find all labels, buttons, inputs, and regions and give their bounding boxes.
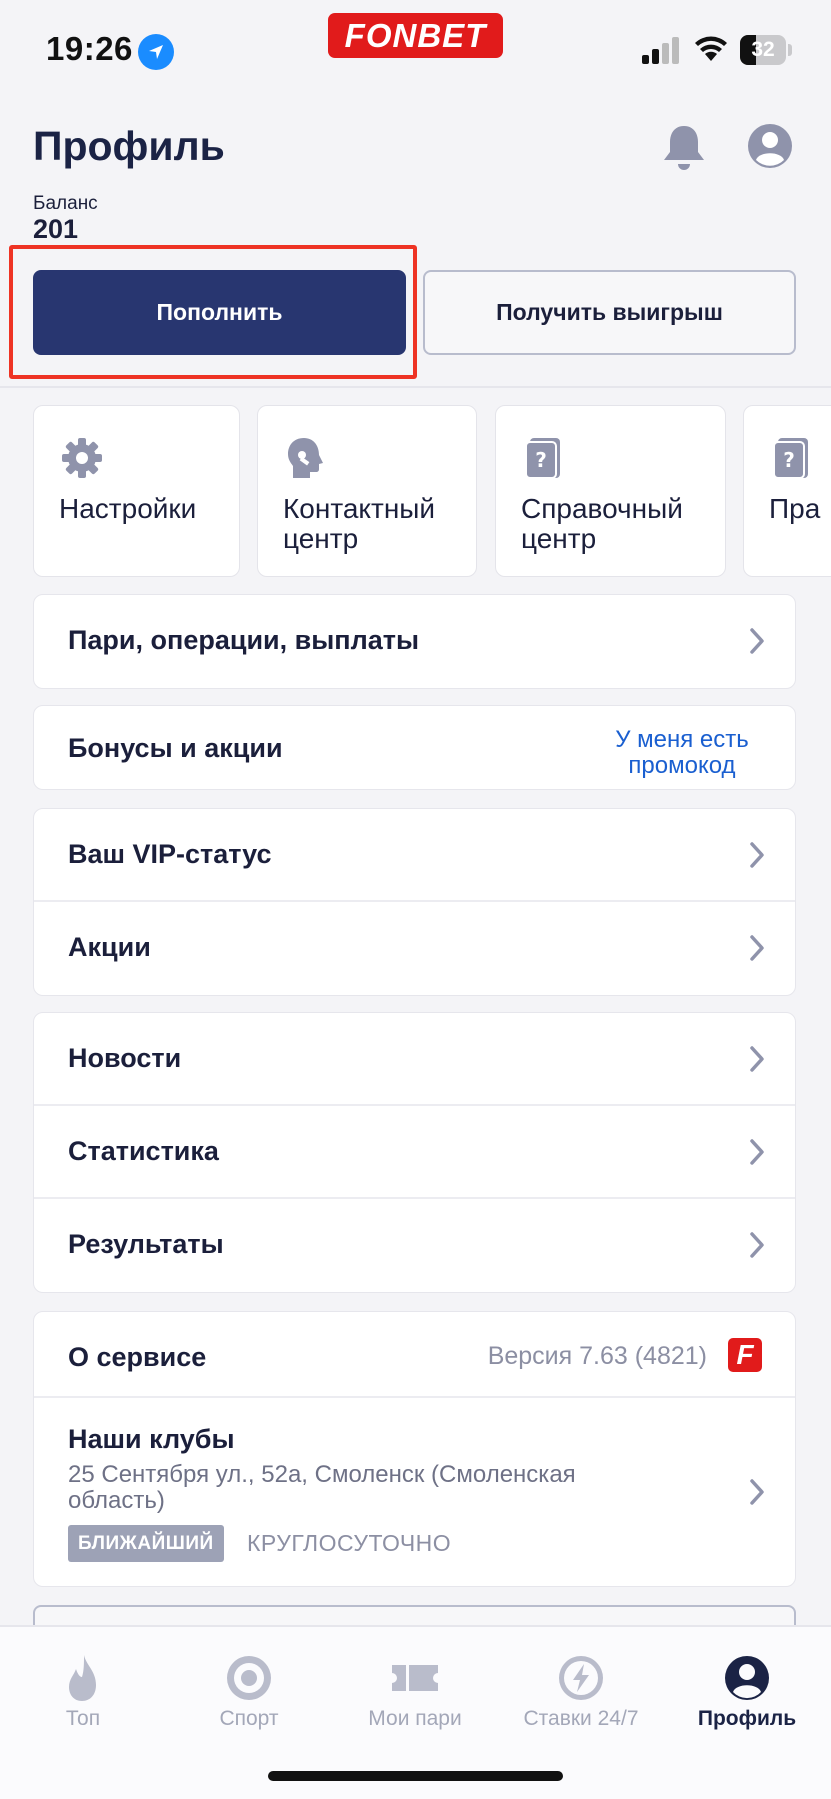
menu-row-results[interactable]: Результаты: [34, 1199, 795, 1292]
club-address: 25 Сентября ул., 52а, Смоленск (Смоленск…: [68, 1461, 576, 1514]
tile-contact-center[interactable]: Контактный центр: [257, 405, 477, 577]
account-icon[interactable]: [747, 123, 793, 169]
balance-value: 201: [33, 214, 79, 244]
profile-icon: [725, 1656, 769, 1700]
row-label: Статистика: [68, 1136, 219, 1166]
lightning-icon: [559, 1656, 603, 1700]
page-title: Профиль: [33, 123, 225, 169]
status-bar: 19:26 FONBET 32: [0, 0, 831, 100]
battery-icon: 32: [740, 35, 786, 65]
tile-rules[interactable]: ? Пра: [743, 405, 831, 577]
clubs-title: Наши клубы: [68, 1424, 235, 1454]
promo-code-link[interactable]: У меня есть промокод: [607, 727, 757, 779]
svg-text:?: ?: [535, 448, 547, 472]
cellular-signal-icon: [642, 36, 680, 64]
row-label: Новости: [68, 1043, 182, 1073]
menu-row-stats[interactable]: Статистика: [34, 1106, 795, 1199]
card-about: О сервисе Версия 7.63 (4821) F Наши клуб…: [33, 1311, 796, 1587]
wifi-icon: [694, 36, 728, 67]
fonbet-f-logo: F: [728, 1338, 762, 1372]
chevron-right-icon: [750, 935, 764, 961]
battery-level: 32: [751, 38, 775, 61]
ticket-icon: [392, 1665, 438, 1691]
home-indicator[interactable]: [268, 1771, 563, 1781]
chevron-right-icon: [750, 1479, 764, 1505]
support-head-icon: [284, 436, 328, 480]
help-book-icon: ?: [522, 436, 566, 480]
chevron-right-icon: [750, 1139, 764, 1165]
svg-text:?: ?: [783, 448, 795, 472]
row-label: Пари, операции, выплаты: [68, 625, 420, 655]
tab-sport[interactable]: Спорт: [166, 1639, 332, 1749]
card-bets: Пари, операции, выплаты: [33, 594, 796, 689]
tile-settings[interactable]: Настройки: [33, 405, 240, 577]
card-info: Новости Статистика Результаты: [33, 1012, 796, 1293]
balance-label: Баланс: [33, 193, 98, 214]
flame-icon: [69, 1655, 96, 1701]
card-vip: Ваш VIP-статус Акции: [33, 808, 796, 996]
menu-row-clubs[interactable]: Наши клубы 25 Сентября ул., 52а, Смоленс…: [34, 1398, 795, 1586]
tab-label: Ставки 24/7: [523, 1707, 639, 1730]
target-icon: [227, 1656, 271, 1700]
tile-label: Настройки: [59, 493, 197, 524]
chevron-right-icon: [750, 628, 764, 654]
tab-label: Профиль: [697, 1707, 797, 1730]
header-divider: [0, 386, 831, 388]
club-hours: КРУГЛОСУТОЧНО: [247, 1530, 452, 1556]
row-label: Бонусы и акции: [68, 733, 283, 763]
row-label: Ваш VIP-статус: [68, 839, 272, 869]
tile-label: Контактный центр: [283, 493, 436, 554]
card-bonuses: Бонусы и акции У меня есть промокод: [33, 705, 796, 790]
tile-help-center[interactable]: ? Справочный центр: [495, 405, 726, 577]
tile-label: Пра: [769, 493, 821, 524]
promo-code-link-text: У меня есть промокод: [615, 726, 749, 779]
menu-row-vip[interactable]: Ваш VIP-статус: [34, 809, 795, 902]
status-time: 19:26: [46, 30, 133, 67]
nearest-badge: БЛИЖАЙШИЙ: [68, 1525, 224, 1562]
tab-label: Спорт: [219, 1707, 279, 1730]
tab-label: Топ: [65, 1707, 101, 1730]
row-label: Результаты: [68, 1229, 224, 1259]
gear-icon: [60, 436, 104, 480]
chevron-right-icon: [750, 842, 764, 868]
tab-my-bets[interactable]: Мои пари: [332, 1639, 498, 1749]
row-label: О сервисе: [68, 1342, 207, 1372]
menu-row-about[interactable]: О сервисе Версия 7.63 (4821) F: [34, 1312, 795, 1398]
chevron-right-icon: [750, 1232, 764, 1258]
app-version: Версия 7.63 (4821): [487, 1342, 707, 1370]
withdraw-button[interactable]: Получить выигрыш: [423, 270, 796, 355]
bell-icon[interactable]: [660, 122, 708, 172]
row-label: Акции: [68, 932, 151, 962]
tab-profile[interactable]: Профиль: [664, 1639, 830, 1749]
chevron-right-icon: [750, 1046, 764, 1072]
highlight-frame: [9, 245, 417, 379]
menu-row-promos[interactable]: Акции: [34, 902, 795, 995]
profile-screen: 19:26 FONBET 32 Профиль Баланс 201 Попол…: [0, 0, 831, 1799]
tab-label: Мои пари: [368, 1707, 462, 1730]
location-arrow-icon: [138, 34, 174, 70]
menu-row-bonuses[interactable]: Бонусы и акции У меня есть промокод: [34, 706, 795, 789]
fonbet-logo: FONBET: [328, 13, 503, 58]
menu-row-bets[interactable]: Пари, операции, выплаты: [34, 595, 795, 688]
tile-label: Справочный центр: [521, 493, 683, 554]
tab-bets-247[interactable]: Ставки 24/7: [498, 1639, 664, 1749]
rules-book-icon: ?: [770, 436, 814, 480]
menu-row-news[interactable]: Новости: [34, 1013, 795, 1106]
battery-nub: [788, 44, 792, 56]
tab-top[interactable]: Топ: [0, 1639, 166, 1749]
